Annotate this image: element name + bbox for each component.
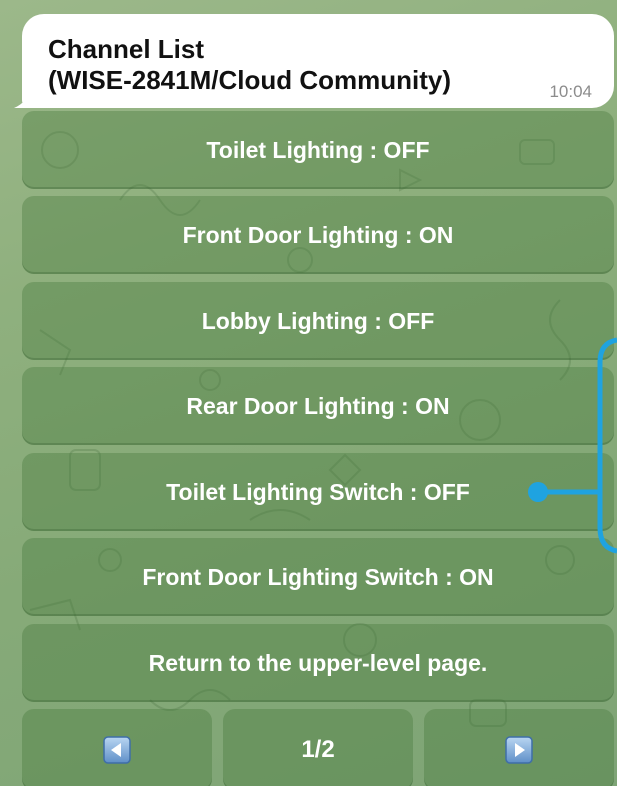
keyboard-button-label: Front Door Lighting Switch : ON [142,563,494,590]
keyboard-button-lobby-lighting[interactable]: Lobby Lighting : OFF [22,282,614,360]
message-timestamp: 10:04 [549,82,592,101]
keyboard-button-toilet-lighting[interactable]: Toilet Lighting : OFF [22,111,614,189]
message-bubble: Channel List (WISE-2841M/Cloud Community… [22,14,614,108]
keyboard-button-label: Toilet Lighting : OFF [206,136,430,163]
keyboard-button-label: Front Door Lighting : ON [182,221,454,248]
next-page-button[interactable] [424,709,614,786]
keyboard-button-front-door-lighting-switch[interactable]: Front Door Lighting Switch : ON [22,538,614,616]
message-title-line2: (WISE-2841M/Cloud Community) [48,65,452,95]
page-indicator-button[interactable]: 1/2 [223,709,413,786]
left-arrow-icon [103,736,131,764]
keyboard-button-return-upper-level[interactable]: Return to the upper-level page. [22,624,614,702]
keyboard-button-label: Rear Door Lighting : ON [186,392,450,419]
keyboard-button-label: Return to the upper-level page. [148,649,488,676]
keyboard-button-rear-door-lighting[interactable]: Rear Door Lighting : ON [22,367,614,445]
right-arrow-icon [505,736,533,764]
previous-page-button[interactable] [22,709,212,786]
keyboard-button-toilet-lighting-switch[interactable]: Toilet Lighting Switch : OFF [22,453,614,531]
message-title-line1: Channel List [48,34,205,64]
keyboard-button-label: Lobby Lighting : OFF [201,307,435,334]
page-indicator: 1/2 [301,736,335,763]
keyboard-button-label: Toilet Lighting Switch : OFF [166,478,470,505]
keyboard-button-front-door-lighting[interactable]: Front Door Lighting : ON [22,196,614,274]
chat-frame: Channel List (WISE-2841M/Cloud Community… [6,8,617,786]
